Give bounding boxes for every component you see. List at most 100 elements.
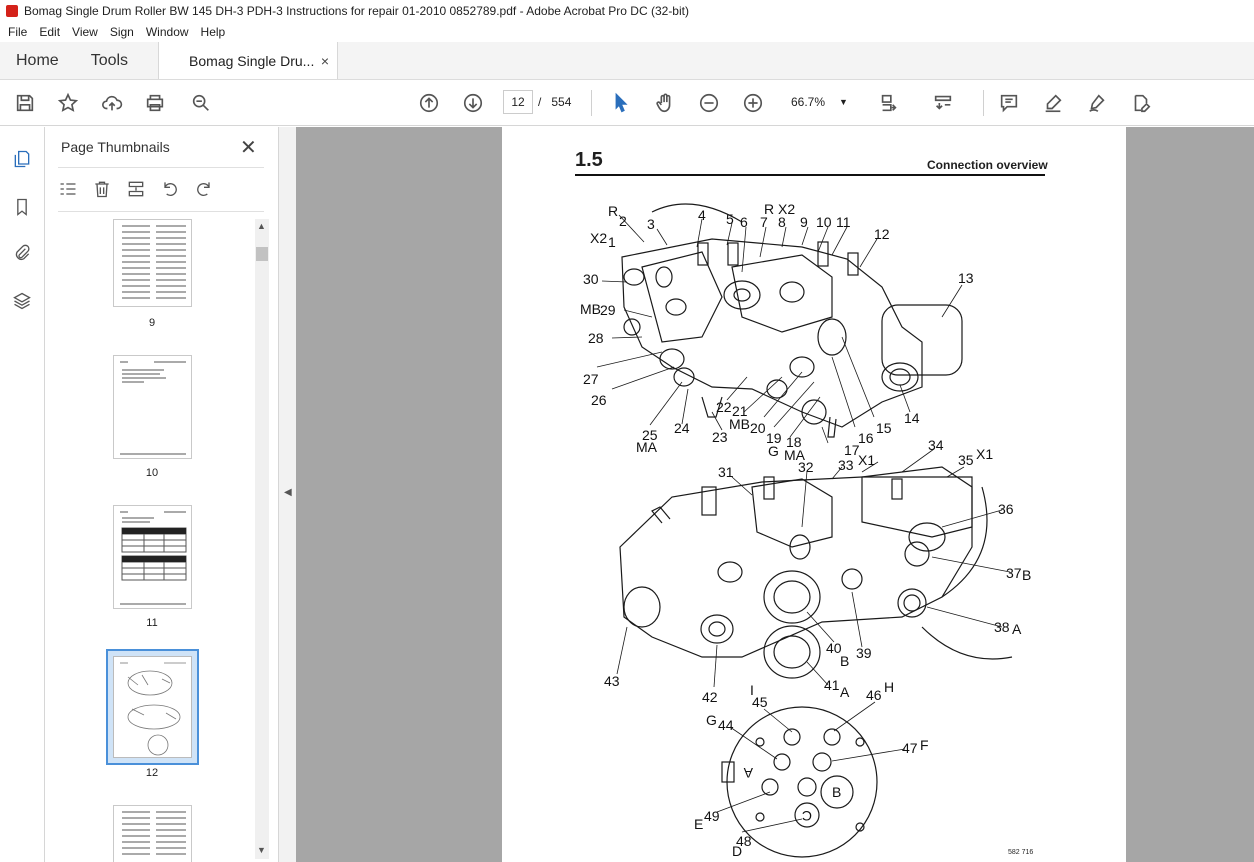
page-thumbnail[interactable] <box>113 219 192 307</box>
pump-diagram: R 2 3 4 5 6 R X2 7 8 9 10 11 X2 1 12 30 … <box>580 201 1031 859</box>
edit-pdf-icon[interactable] <box>1128 90 1154 116</box>
panel-title: Page Thumbnails <box>61 139 170 155</box>
save-icon[interactable] <box>12 90 38 116</box>
page-total: / 554 <box>538 95 571 109</box>
callout-label: 29 <box>600 302 616 318</box>
callout-label: 22 <box>716 399 732 415</box>
zoom-out-icon[interactable] <box>696 90 722 116</box>
callout-label: 20 <box>750 420 766 436</box>
callout-label: A <box>743 765 753 781</box>
callout-label: R <box>608 203 618 219</box>
menu-file[interactable]: File <box>2 25 33 39</box>
next-page-icon[interactable] <box>460 90 486 116</box>
panel-divider <box>58 167 264 168</box>
callout-label: 31 <box>718 464 734 480</box>
window-title: Bomag Single Drum Roller BW 145 DH-3 PDH… <box>24 4 689 18</box>
star-icon[interactable] <box>55 90 81 116</box>
zoom-select[interactable]: 66.7% ▼ <box>783 90 855 114</box>
attachment-icon[interactable] <box>10 241 34 265</box>
panel-tools <box>58 177 214 203</box>
callout-label: MA <box>636 439 658 455</box>
callout-label: 6 <box>740 214 748 230</box>
thumbnail-drawing <box>120 662 186 756</box>
thumbnail-scrollbar[interactable]: ▲ ▼ <box>255 219 269 859</box>
callout-label: A <box>1012 621 1022 637</box>
callout-label: D <box>732 843 742 859</box>
scrollbar-thumb[interactable] <box>256 247 268 261</box>
callout-label: C <box>802 808 812 824</box>
thumbnail-label: 11 <box>146 617 158 629</box>
page-thumbnail[interactable] <box>113 355 192 459</box>
page-number-input[interactable]: 12 <box>503 90 533 114</box>
callout-label: X1 <box>858 452 875 468</box>
page-fit-icon[interactable] <box>876 90 902 116</box>
tab-document[interactable]: Bomag Single Dru... × <box>158 42 339 79</box>
callout-label: 10 <box>816 214 832 230</box>
zoom-search-icon[interactable] <box>188 90 214 116</box>
callout-label: 32 <box>798 459 814 475</box>
select-cursor-icon[interactable] <box>608 90 634 116</box>
callout-label: 33 <box>838 457 854 473</box>
comment-icon[interactable] <box>996 90 1022 116</box>
menu-sign[interactable]: Sign <box>104 25 140 39</box>
title-bar: Bomag Single Drum Roller BW 145 DH-3 PDH… <box>0 0 1254 22</box>
zoom-in-icon[interactable] <box>740 90 766 116</box>
tab-document-label: Bomag Single Dru... <box>189 52 315 69</box>
close-icon[interactable]: ✕ <box>240 135 257 160</box>
options-menu-icon[interactable] <box>58 179 78 202</box>
callout-label: 41 <box>824 677 840 693</box>
scroll-up-icon[interactable]: ▲ <box>257 221 266 231</box>
collapse-panel-icon[interactable]: ◀ <box>284 487 292 498</box>
delete-icon[interactable] <box>92 179 112 202</box>
highlight-pen-icon[interactable] <box>1040 90 1066 116</box>
page-thumbnail-selected[interactable] <box>106 649 199 765</box>
callout-label: 34 <box>928 437 944 453</box>
cloud-upload-icon[interactable] <box>99 90 125 116</box>
callout-label: E <box>694 816 703 832</box>
callout-label: 28 <box>588 330 604 346</box>
callout-label: 23 <box>712 429 728 445</box>
thumbnail-table <box>120 511 187 605</box>
scroll-down-icon[interactable]: ▼ <box>257 845 266 855</box>
layers-icon[interactable] <box>10 289 34 313</box>
hand-tool-icon[interactable] <box>652 90 678 116</box>
tab-tools[interactable]: Tools <box>75 42 144 79</box>
figure-id: 582 716 <box>1008 849 1034 856</box>
scroll-mode-icon[interactable] <box>930 90 956 116</box>
callout-label: 4 <box>698 207 706 223</box>
page-thumbnails-icon[interactable] <box>10 147 34 171</box>
page-thumbnail[interactable] <box>113 805 192 862</box>
previous-page-icon[interactable] <box>416 90 442 116</box>
menu-view[interactable]: View <box>66 25 104 39</box>
callout-label: MB <box>729 416 750 432</box>
thumbnail-panel: Page Thumbnails ✕ 9 10 11 12 ▲ ▼ <box>46 127 278 862</box>
menu-edit[interactable]: Edit <box>33 25 66 39</box>
page-total-count: 554 <box>551 95 572 109</box>
callout-label: 12 <box>874 226 890 242</box>
page-thumbnail[interactable] <box>113 505 192 609</box>
callout-label: 13 <box>958 270 974 286</box>
sign-icon[interactable] <box>1084 90 1110 116</box>
tab-home[interactable]: Home <box>0 42 75 79</box>
tab-close-icon[interactable]: × <box>321 53 329 69</box>
toolbar-divider <box>983 90 984 116</box>
callout-label: X2 <box>590 230 607 246</box>
thumbnail-page <box>113 656 192 758</box>
rotate-left-icon[interactable] <box>160 179 180 202</box>
callout-label: MB <box>580 301 601 317</box>
callout-label: 35 <box>958 452 974 468</box>
print-icon[interactable] <box>142 90 168 116</box>
thumbnail-text-lines <box>120 361 186 455</box>
callout-label: G <box>706 712 717 728</box>
callout-label: 15 <box>876 420 892 436</box>
rotate-right-icon[interactable] <box>194 179 214 202</box>
insert-pages-icon[interactable] <box>126 179 146 202</box>
main-toolbar <box>0 80 1254 126</box>
menu-window[interactable]: Window <box>140 25 195 39</box>
panel-splitter[interactable]: ◀ <box>278 127 296 862</box>
callout-label: 9 <box>800 214 808 230</box>
menu-help[interactable]: Help <box>195 25 232 39</box>
callout-label: 27 <box>583 371 599 387</box>
thumbnail-text-lines <box>122 811 186 855</box>
bookmark-icon[interactable] <box>10 195 34 219</box>
